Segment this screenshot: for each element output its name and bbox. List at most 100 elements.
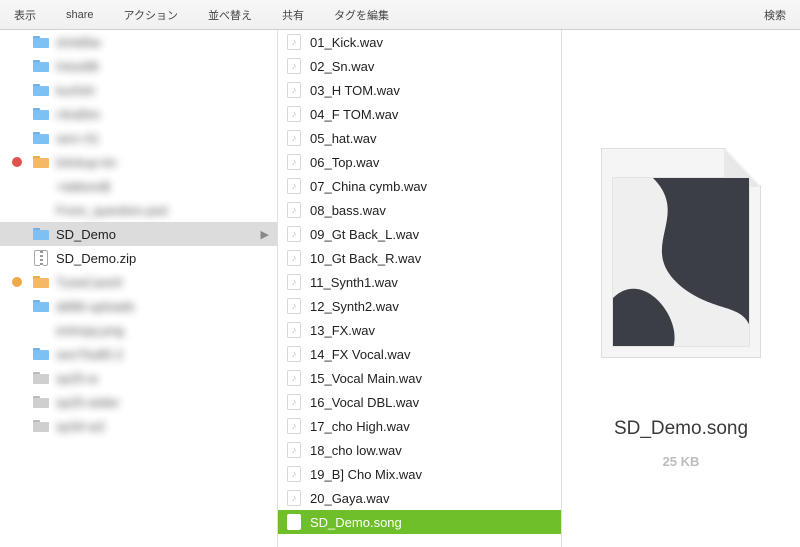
toolbar-sort[interactable]: 並べ替え — [204, 5, 256, 25]
file-row[interactable]: 02_Sn.wav — [278, 54, 561, 78]
preview-filesize: 25 KB — [663, 454, 700, 469]
file-name: 11_Synth1.wav — [310, 275, 553, 290]
sidebar-item[interactable]: b4ckup-tm — [0, 150, 277, 174]
red-tag-dot-icon — [12, 157, 22, 167]
folder-icon — [33, 108, 49, 120]
audio-file-icon — [287, 154, 301, 170]
sidebar-item[interactable]: SD_Demo▶ — [0, 222, 277, 246]
file-name: 07_China cymb.wav — [310, 179, 553, 194]
audio-file-icon — [287, 466, 301, 482]
file-name: 01_Kick.wav — [310, 35, 553, 50]
sidebar-item[interactable]: ses70u80.2 — [0, 342, 277, 366]
orange-tag-dot-icon — [12, 277, 22, 287]
sidebar-item[interactable]: sp25-w — [0, 366, 277, 390]
file-row[interactable]: 16_Vocal DBL.wav — [278, 390, 561, 414]
folder-icon — [33, 348, 49, 360]
folder-icon — [33, 276, 49, 288]
file-name: 09_Gt Back_L.wav — [310, 227, 553, 242]
file-row[interactable]: 20_Gaya.wav — [278, 486, 561, 510]
audio-file-icon — [287, 370, 301, 386]
file-row[interactable]: 07_China cymb.wav — [278, 174, 561, 198]
audio-file-icon — [287, 394, 301, 410]
column-parent-folder[interactable]: sh4d0w h4ze88kur0sh r4nd0m serc-01 b4ckup-tm… — [0, 30, 278, 547]
sidebar-item[interactable]: h4ze88 — [0, 54, 277, 78]
zip-file-icon — [34, 250, 48, 266]
sidebar-item[interactable]: serc-01 — [0, 126, 277, 150]
folder-icon — [33, 420, 49, 432]
file-row[interactable]: 19_B] Cho Mix.wav — [278, 462, 561, 486]
folder-icon — [33, 396, 49, 408]
sidebar-item[interactable]: TuneCare® — [0, 270, 277, 294]
sidebar-item[interactable]: sp34-w2 — [0, 414, 277, 438]
sidebar-item[interactable]: SD_Demo.zip — [0, 246, 277, 270]
file-row[interactable]: 17_cho High.wav — [278, 414, 561, 438]
toolbar-share[interactable]: share — [62, 7, 98, 23]
file-row[interactable]: 09_Gt Back_L.wav — [278, 222, 561, 246]
audio-file-icon — [287, 130, 301, 146]
file-name: 16_Vocal DBL.wav — [310, 395, 553, 410]
audio-file-icon — [287, 442, 301, 458]
audio-file-icon — [287, 82, 301, 98]
folder-icon — [33, 300, 49, 312]
sidebar-item-label: SD_Demo.zip — [56, 251, 251, 266]
column-preview: SD_Demo.song 25 KB — [562, 30, 800, 547]
audio-file-icon — [287, 322, 301, 338]
sidebar-item[interactable]: dd96-uploads — [0, 294, 277, 318]
file-name: 17_cho High.wav — [310, 419, 553, 434]
file-row[interactable]: SD_Demo.song — [278, 510, 561, 534]
audio-file-icon — [287, 298, 301, 314]
toolbar-tags[interactable]: タグを編集 — [330, 5, 393, 25]
sidebar-item[interactable]: kur0sh — [0, 78, 277, 102]
file-row[interactable]: 14_FX Vocal.wav — [278, 342, 561, 366]
sidebar-item[interactable]: From_question.psd — [0, 198, 277, 222]
file-row[interactable]: 12_Synth2.wav — [278, 294, 561, 318]
audio-file-icon — [287, 346, 301, 362]
file-row[interactable]: 05_hat.wav — [278, 126, 561, 150]
sidebar-item-label: sp25-w — [56, 371, 251, 386]
folder-icon — [33, 132, 49, 144]
sidebar-item-label: sh4d0w — [56, 35, 251, 50]
toolbar-view[interactable]: 表示 — [10, 5, 40, 25]
file-row[interactable]: 04_F TOM.wav — [278, 102, 561, 126]
file-row[interactable]: 18_cho low.wav — [278, 438, 561, 462]
toolbar-action[interactable]: アクション — [120, 5, 182, 25]
sidebar-item[interactable]: +tattoos$ — [0, 174, 277, 198]
file-row[interactable]: 11_Synth1.wav — [278, 270, 561, 294]
file-row[interactable]: 01_Kick.wav — [278, 30, 561, 54]
sidebar-item[interactable]: sp25-wider — [0, 390, 277, 414]
folder-icon — [33, 60, 49, 72]
file-row[interactable]: 06_Top.wav — [278, 150, 561, 174]
folder-icon — [33, 156, 49, 168]
chevron-right-icon: ▶ — [257, 228, 269, 241]
sidebar-item-label: TuneCare® — [56, 275, 251, 290]
folder-icon — [33, 372, 49, 384]
column-file-list[interactable]: 01_Kick.wav 02_Sn.wav 03_H TOM.wav 04_F TOM… — [278, 30, 562, 547]
audio-file-icon — [287, 34, 301, 50]
file-name: 19_B] Cho Mix.wav — [310, 467, 553, 482]
file-name: SD_Demo.song — [310, 515, 553, 530]
sidebar-item-label: r4nd0m — [56, 107, 251, 122]
toolbar-shared[interactable]: 共有 — [278, 5, 308, 25]
sidebar-item-label: entropy.png — [56, 323, 251, 338]
audio-file-icon — [287, 418, 301, 434]
file-name: 08_bass.wav — [310, 203, 553, 218]
file-name: 02_Sn.wav — [310, 59, 553, 74]
sidebar-item-label: dd96-uploads — [56, 299, 251, 314]
file-row[interactable]: 15_Vocal Main.wav — [278, 366, 561, 390]
file-name: 04_F TOM.wav — [310, 107, 553, 122]
toolbar-search[interactable]: 検索 — [760, 5, 790, 25]
file-name: 10_Gt Back_R.wav — [310, 251, 553, 266]
sidebar-item[interactable]: entropy.png — [0, 318, 277, 342]
file-row[interactable]: 10_Gt Back_R.wav — [278, 246, 561, 270]
sidebar-item-label: serc-01 — [56, 131, 251, 146]
file-row[interactable]: 13_FX.wav — [278, 318, 561, 342]
audio-file-icon — [287, 202, 301, 218]
folder-icon — [33, 84, 49, 96]
toolbar: 表示 share アクション 並べ替え 共有 タグを編集 検索 — [0, 0, 800, 30]
sidebar-item[interactable]: sh4d0w — [0, 30, 277, 54]
sidebar-item[interactable]: r4nd0m — [0, 102, 277, 126]
file-row[interactable]: 08_bass.wav — [278, 198, 561, 222]
file-row[interactable]: 03_H TOM.wav — [278, 78, 561, 102]
preview-document-icon — [601, 148, 761, 358]
file-name: 15_Vocal Main.wav — [310, 371, 553, 386]
